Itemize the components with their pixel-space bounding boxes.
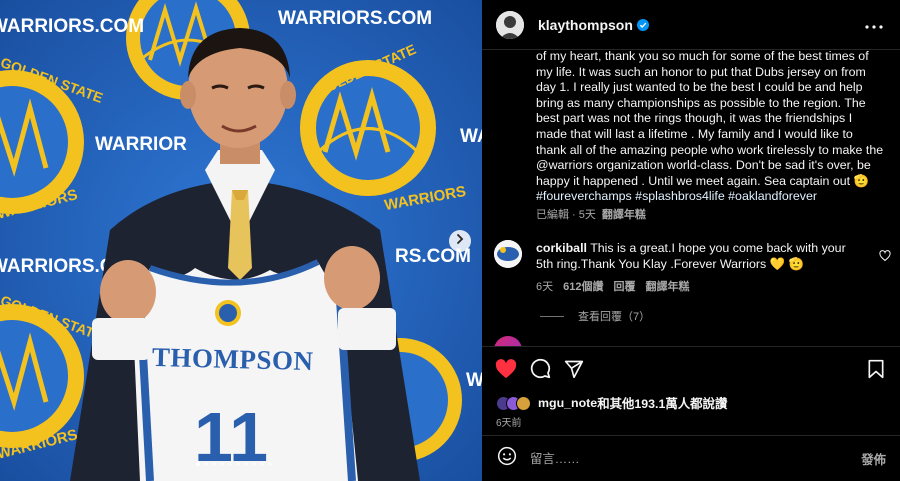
caption-meta: 已編輯 · 5天 翻譯年糕	[536, 206, 646, 222]
heart-icon	[879, 249, 891, 266]
liker-username[interactable]: mgu_note	[538, 396, 597, 410]
carousel-dot	[220, 462, 224, 466]
add-comment-bar: 發佈	[482, 435, 900, 481]
chevron-right-icon	[454, 232, 466, 250]
comment-body: corkiball This is a great.I hope you com…	[536, 240, 862, 272]
comment-button[interactable]	[528, 358, 552, 384]
comment-time: 6天	[536, 281, 554, 293]
emoji-icon	[497, 446, 517, 471]
share-button[interactable]	[562, 359, 586, 383]
likes-summary[interactable]: mgu_note 和其他193.1萬人都說讚	[496, 394, 727, 412]
save-button[interactable]	[864, 359, 888, 383]
caption-text: of my heart, thank you so much for some …	[536, 49, 884, 188]
more-icon	[865, 16, 883, 34]
verified-icon	[636, 18, 649, 31]
carousel-dot	[252, 462, 256, 466]
carousel-next-button[interactable]	[449, 230, 471, 252]
post-actions: mgu_note 和其他193.1萬人都說讚 6天前	[482, 346, 900, 435]
caption-translate-link[interactable]: 翻譯年糕	[602, 206, 646, 222]
comment-meta: 6天 612個讚 回覆 翻譯年糕	[536, 278, 689, 294]
heart-icon	[495, 358, 517, 384]
next-comment-avatar	[494, 336, 522, 346]
carousel-dot	[204, 462, 208, 466]
carousel-dot	[228, 462, 232, 466]
post-author-username[interactable]: klaythompson	[538, 17, 633, 33]
like-button[interactable]	[494, 358, 518, 384]
caption-edited-time: 已編輯 · 5天	[536, 209, 596, 221]
comments-scroll-area[interactable]: of my heart, thank you so much for some …	[482, 44, 900, 346]
view-replies-label: 查看回覆（7）	[578, 311, 651, 323]
comment-icon	[530, 358, 551, 384]
likes-count-text: 和其他193.1萬人都說讚	[597, 397, 728, 411]
carousel-dot	[268, 462, 272, 466]
more-options-button[interactable]	[862, 13, 886, 37]
liker-avatars	[496, 395, 531, 411]
comment-reply-button[interactable]: 回覆	[613, 278, 635, 294]
replies-divider	[540, 315, 564, 317]
comment-avatar[interactable]	[494, 240, 522, 268]
avatar	[516, 395, 531, 411]
post-media[interactable]: WARRIORS.COM WARRIORS.COM WARRIORS.COM R…	[0, 0, 482, 481]
carousel-dot	[196, 462, 200, 466]
carousel-dot	[236, 462, 240, 466]
jersey-name: THOMPSON	[151, 341, 314, 377]
post-header: klaythompson	[482, 0, 900, 50]
view-replies-button[interactable]: 查看回覆（7）	[540, 308, 650, 324]
comment-input[interactable]	[530, 451, 862, 466]
post-time-ago: 6天前	[496, 418, 522, 429]
comment-like-button[interactable]	[879, 249, 891, 262]
comment-likes-count[interactable]: 612個讚	[563, 278, 603, 294]
bookmark-icon	[867, 359, 885, 384]
comment-username[interactable]: corkiball	[536, 241, 587, 255]
carousel-dots	[196, 462, 272, 466]
comment-translate-link[interactable]: 翻譯年糕	[645, 278, 689, 294]
post-comment-button[interactable]: 發佈	[861, 450, 886, 468]
emoji-button[interactable]	[496, 446, 518, 471]
share-icon	[564, 359, 584, 384]
carousel-dot	[212, 462, 216, 466]
carousel-dot	[244, 462, 248, 466]
carousel-dot	[260, 462, 264, 466]
avatar[interactable]	[496, 10, 524, 39]
post-caption: of my heart, thank you so much for some …	[536, 49, 886, 205]
post-detail-panel: klaythompson of my heart, thank you so m…	[482, 0, 900, 481]
caption-hashtags[interactable]: #foureverchamps #splashbros4life #oaklan…	[536, 189, 817, 203]
